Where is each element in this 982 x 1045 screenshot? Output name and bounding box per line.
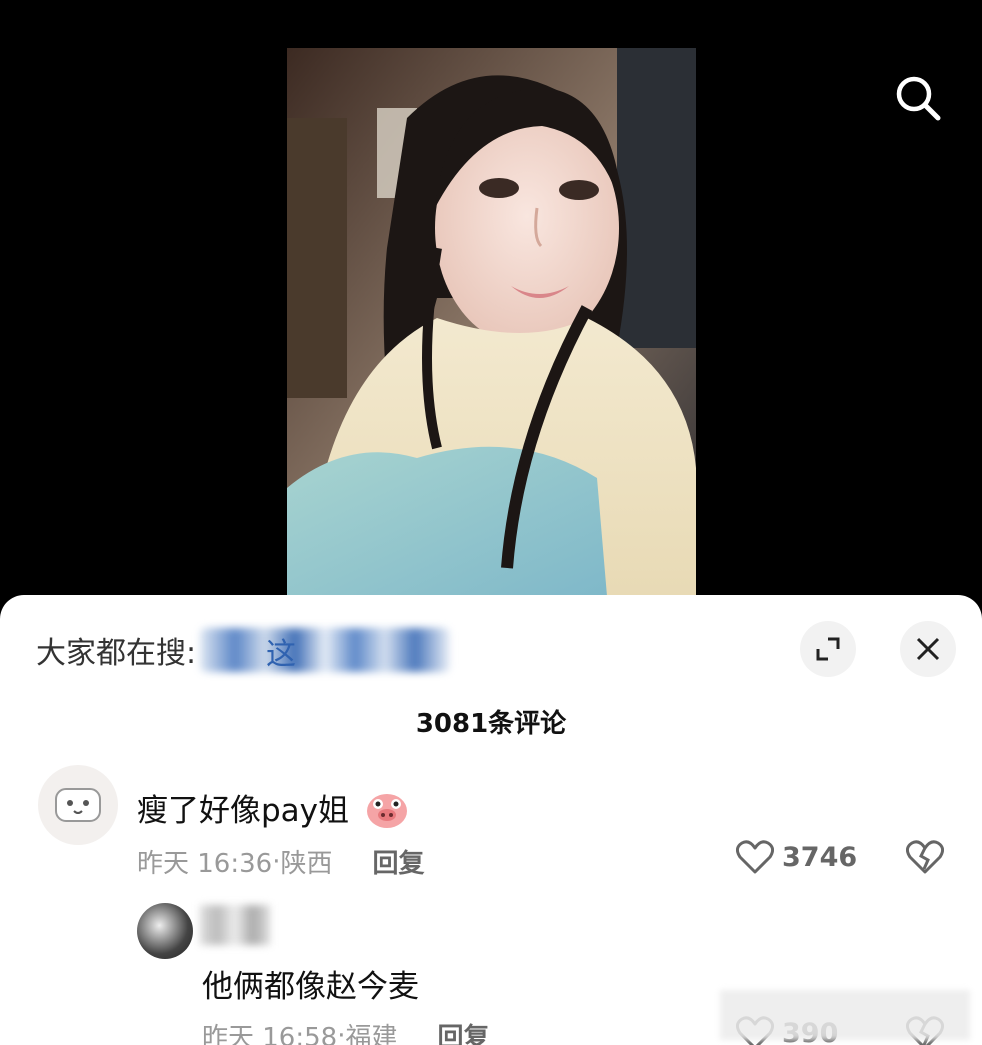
comment-item: 瘦了好像pay姐 昨天 16:36 · 陕西 回复 3746 <box>0 755 982 895</box>
comments-sheet: 大家都在搜: 这 3081条评论 瘦了好像pay姐 昨天 16:36 · 陕西 … <box>0 595 982 1045</box>
like-button[interactable]: 3746 <box>736 839 857 875</box>
avatar[interactable] <box>137 903 193 959</box>
comment-location: 陕西 <box>280 849 333 879</box>
avatar[interactable] <box>38 765 118 845</box>
hot-search-keyword: 这 <box>266 637 296 672</box>
search-icon <box>896 76 941 121</box>
video-thumbnail <box>287 48 696 596</box>
reply-button[interactable]: 回复 <box>437 1017 489 1045</box>
reply-button[interactable]: 回复 <box>372 843 424 880</box>
expand-button[interactable] <box>800 621 856 677</box>
comment-time: 昨天 16:36 <box>137 849 273 879</box>
broken-heart-icon <box>905 840 945 874</box>
comment-meta: 昨天 16:58 · 福建 回复 <box>202 1017 490 1045</box>
like-count: 3746 <box>782 841 858 873</box>
comment-text: 他俩都像赵今麦 <box>202 969 419 1005</box>
hot-search-bar[interactable]: 大家都在搜: 这 <box>36 625 451 675</box>
close-icon <box>916 637 940 661</box>
close-button[interactable] <box>900 621 956 677</box>
hot-search-keyword-blurred[interactable] <box>200 628 451 672</box>
expand-icon <box>816 637 840 661</box>
heart-icon <box>736 840 774 874</box>
avatar-image <box>55 788 101 822</box>
comment-meta: 昨天 16:36 · 陕西 回复 <box>137 843 425 880</box>
watermark <box>720 990 970 1040</box>
comment-text: 瘦了好像pay姐 <box>137 785 409 830</box>
pig-face-emoji-icon <box>366 794 407 828</box>
search-button[interactable] <box>890 70 946 126</box>
dislike-button[interactable] <box>905 839 945 879</box>
comment-count: 3081条评论 <box>415 709 567 739</box>
comment-location: 福建 <box>345 1023 398 1045</box>
comment-time: 昨天 16:58 <box>202 1023 338 1045</box>
hot-search-label: 大家都在搜: <box>36 636 197 671</box>
username-blurred[interactable] <box>200 905 270 945</box>
video-player[interactable] <box>0 0 982 600</box>
video-frame <box>287 48 696 596</box>
